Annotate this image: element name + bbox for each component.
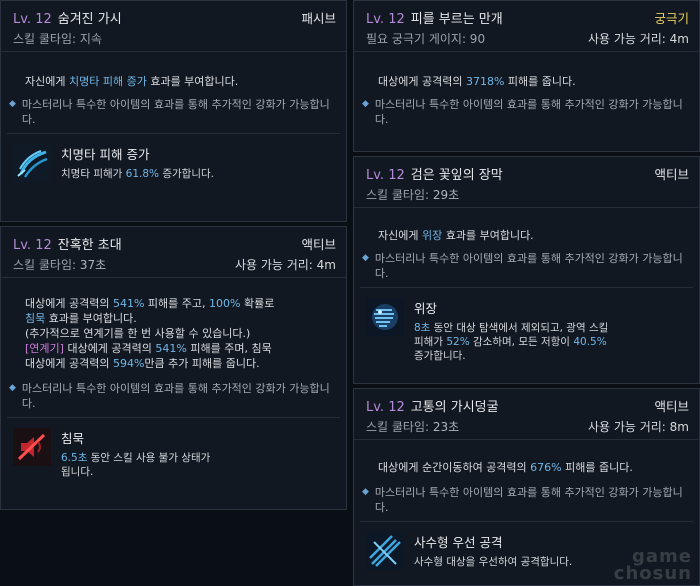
effect-link: 침묵 [25, 312, 46, 325]
skill-cooldown: 스킬 쿨타임: 23초 [366, 420, 460, 434]
buff-name: 치명타 피해 증가 [61, 147, 150, 162]
divider [7, 133, 340, 134]
buff-crit-damage: 치명타 피해 증가 치명타 피해가 61.8% 증가합니다. [1, 144, 346, 182]
skill-title: 피를 부르는 만개 [410, 12, 503, 27]
skill-cooldown: 스킬 쿨타임: 37초 [13, 258, 107, 272]
skill-card-cruel-invite: Lv. 12 잔혹한 초대 액티브 스킬 쿨타임: 37초 사용 가능 거리: 4… [0, 226, 347, 510]
skill-title: 잔혹한 초대 [57, 238, 122, 253]
skill-type: 액티브 [301, 237, 336, 252]
skill-title: 고통의 가시덩굴 [410, 400, 499, 415]
skill-level: Lv. 12 [366, 168, 405, 183]
buff-name: 사수형 우선 공격 [414, 535, 503, 550]
skill-type: 액티브 [654, 167, 689, 182]
mastery-note: ◆ 마스터리나 특수한 아이템의 효과를 통해 추가적인 강화가 가능합니다. [9, 382, 330, 410]
crit-damage-icon [13, 144, 51, 182]
mastery-note: ◆ 마스터리나 특수한 아이템의 효과를 통해 추가적인 강화가 가능합니다. [362, 98, 683, 126]
skill-description: 대상에게 공격력의 541% 피해를 주고, 100% 확률로 침묵 효과를 부… [25, 297, 275, 370]
diamond-icon: ◆ [9, 99, 16, 109]
mastery-note: ◆ 마스터리나 특수한 아이템의 효과를 통해 추가적인 강화가 가능합니다. [362, 486, 683, 514]
skill-type: 궁극기 [654, 11, 689, 26]
effect-link: 위장 [421, 229, 443, 242]
diamond-icon: ◆ [9, 383, 16, 393]
skill-range: 사용 가능 거리: 4m [234, 258, 336, 272]
skill-header: Lv. 12 고통의 가시덩굴 액티브 스킬 쿨타임: 23초 사용 가능 거리:… [354, 389, 699, 440]
buff-description: 사수형 대상을 우선하여 공격합니다. [414, 556, 573, 568]
skill-description: 자신에게 위장 효과를 부여합니다. [378, 229, 534, 242]
skill-header: Lv. 12 피를 부르는 만개 궁극기 필요 궁극기 게이지: 90 사용 가능… [354, 1, 699, 52]
mastery-note: ◆ 마스터리나 특수한 아이템의 효과를 통해 추가적인 강화가 가능합니다. [9, 98, 330, 126]
divider [360, 521, 693, 522]
mastery-note: ◆ 마스터리나 특수한 아이템의 효과를 통해 추가적인 강화가 가능합니다. [362, 252, 683, 280]
divider [360, 287, 693, 288]
skill-cooldown: 스킬 쿨타임: 29초 [366, 188, 460, 202]
skill-card-blood-bloom: Lv. 12 피를 부르는 만개 궁극기 필요 궁극기 게이지: 90 사용 가능… [353, 0, 700, 152]
buff-description: 8초 동안 대상 탐색에서 제외되고, 광역 스킬 피해가 52% 감소하며, … [414, 322, 609, 362]
skill-header: Lv. 12 숨겨진 가시 패시브 스킬 쿨타임: 지속 [1, 1, 346, 52]
skill-card-hidden-thorn: Lv. 12 숨겨진 가시 패시브 스킬 쿨타임: 지속 자신에게 치명타 피해 … [0, 0, 347, 222]
buff-name: 침묵 [61, 431, 85, 446]
ranged-priority-icon [366, 532, 404, 570]
skill-level: Lv. 12 [13, 12, 52, 27]
effect-link: 치명타 피해 증가 [68, 75, 147, 88]
skill-level: Lv. 12 [13, 238, 52, 253]
diamond-icon: ◆ [362, 487, 369, 497]
skill-description: 대상에게 공격력의 3718% 피해를 줍니다. [378, 75, 576, 88]
skill-header: Lv. 12 잔혹한 초대 액티브 스킬 쿨타임: 37초 사용 가능 거리: 4… [1, 227, 346, 278]
combo-tag: [연계기] [25, 342, 64, 355]
skill-description: 자신에게 치명타 피해 증가 효과를 부여합니다. [25, 75, 239, 88]
buff-name: 위장 [414, 301, 438, 316]
skill-title: 숨겨진 가시 [57, 12, 122, 27]
buff-silence: 침묵 6.5초 동안 스킬 사용 불가 상태가 됩니다. [1, 428, 346, 479]
buff-camouflage: 위장 8초 동안 대상 탐색에서 제외되고, 광역 스킬 피해가 52% 감소하… [354, 298, 699, 363]
buff-description: 6.5초 동안 스킬 사용 불가 상태가 됩니다. [61, 452, 211, 478]
buff-description: 치명타 피해가 61.8% 증가합니다. [61, 168, 214, 180]
skill-cooldown: 스킬 쿨타임: 지속 [13, 32, 102, 46]
skill-level: Lv. 12 [366, 400, 405, 415]
divider [7, 417, 340, 418]
ultimate-gauge-cost: 필요 궁극기 게이지: 90 [366, 32, 486, 46]
skill-header: Lv. 12 검은 꽃잎의 장막 액티브 스킬 쿨타임: 29초 [354, 157, 699, 208]
skill-description: 대상에게 순간이동하여 공격력의 676% 피해를 줍니다. [378, 461, 633, 474]
skill-card-black-curtain: Lv. 12 검은 꽃잎의 장막 액티브 스킬 쿨타임: 29초 자신에게 위장 … [353, 156, 700, 384]
diamond-icon: ◆ [362, 253, 369, 263]
skill-range: 사용 가능 거리: 8m [587, 420, 689, 434]
diamond-icon: ◆ [362, 99, 369, 109]
camouflage-icon [366, 298, 404, 336]
skill-level: Lv. 12 [366, 12, 405, 27]
silence-icon [13, 428, 51, 466]
skill-type: 패시브 [301, 11, 336, 26]
skill-type: 액티브 [654, 399, 689, 414]
watermark-logo: game chosun [613, 546, 692, 584]
skill-title: 검은 꽃잎의 장막 [410, 168, 503, 183]
skill-range: 사용 가능 거리: 4m [587, 32, 689, 46]
